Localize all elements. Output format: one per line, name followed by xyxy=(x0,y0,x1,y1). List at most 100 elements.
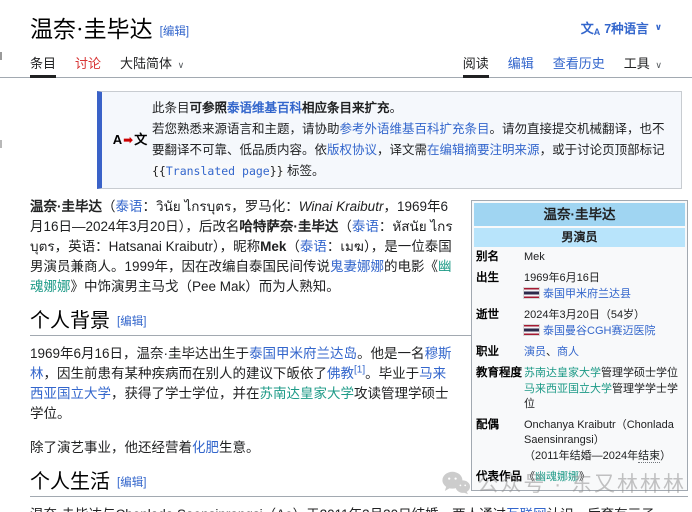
infobox-label: 逝世 xyxy=(476,308,524,340)
text-segment: 的电影《 xyxy=(384,259,438,274)
text-segment: 可参照 xyxy=(190,101,228,115)
infobox-label: 出生 xyxy=(476,271,524,303)
text-segment: （ xyxy=(338,219,352,234)
text-segment: 2024年3月20日（54岁） xyxy=(524,309,645,321)
article-content: A➡文 此条目可参照泰语维基百科相应条目来扩充。 若您熟悉来源语言和主题，请协助… xyxy=(0,91,692,512)
infobox-row: 别名 Mek xyxy=(474,247,685,268)
infobox-label: 教育程度 xyxy=(476,366,524,413)
wiki-link[interactable]: 泰语 xyxy=(116,199,143,214)
infobox-row: 教育程度 苏南达皇家大学管理学硕士学位 马来西亚国立大学管理学学士学位 xyxy=(474,363,685,415)
wiki-link[interactable]: 商人 xyxy=(557,346,579,358)
notice-text: 此条目可参照泰语维基百科相应条目来扩充。 若您熟悉来源语言和主题，请协助参考外语… xyxy=(152,98,671,182)
wiki-link[interactable]: 泰国甲米府兰达县 xyxy=(543,288,631,300)
wiki-link[interactable]: 鬼妻娜娜 xyxy=(330,259,384,274)
language-count-label: 7种语言 xyxy=(604,18,648,37)
tab-edit[interactable]: 编辑 xyxy=(508,48,534,78)
tab-history[interactable]: 查看历史 xyxy=(553,48,605,78)
text-segment: ，译文需 xyxy=(377,143,427,157)
reference-link[interactable]: [1] xyxy=(354,365,365,376)
chevron-down-icon: ∨ xyxy=(655,22,662,33)
text-segment: Winai Kraibutr xyxy=(299,199,384,214)
wiki-link[interactable]: 苏南达皇家大学 xyxy=(260,386,355,401)
wiki-link[interactable]: 版权协议 xyxy=(327,143,377,157)
text-segment: 除了演艺事业，他还经营着 xyxy=(30,440,192,455)
wiki-link[interactable]: 泰语 xyxy=(300,239,327,254)
article-header: 温奈·圭毕达 [编辑] 文A 7种语言 ∨ xyxy=(0,0,692,44)
text-segment: 1969年6月16日，温奈·圭毕达出生于 xyxy=(30,346,249,361)
infobox-label: 别名 xyxy=(476,250,524,266)
wiki-link[interactable]: 泰语 xyxy=(352,219,379,234)
wiki-link[interactable]: 在编辑摘要注明来源 xyxy=(427,143,540,157)
tab-talk[interactable]: 讨论 xyxy=(75,48,101,78)
infobox-subtitle: 男演员 xyxy=(474,228,685,247)
wiki-link[interactable]: 马来西亚国立大学 xyxy=(524,383,612,395)
text-segment: 》中饰演男主马戈（Pee Mak）而为人熟知。 xyxy=(71,279,340,294)
text-segment: 若您熟悉来源语言和主题，请协助 xyxy=(152,122,340,136)
text-segment: 哈特萨奈·圭毕达 xyxy=(239,219,338,234)
title-edit-link[interactable]: [编辑] xyxy=(160,26,189,38)
wiki-link[interactable]: 互联网 xyxy=(506,507,547,512)
text-segment: }} xyxy=(270,164,284,178)
infobox-label: 配偶 xyxy=(476,418,524,465)
screenshot-edge-artifact xyxy=(0,52,2,60)
notice-line-1: 此条目可参照泰语维基百科相应条目来扩充。 xyxy=(152,98,671,119)
text-segment: 。他是一名 xyxy=(357,346,425,361)
text-segment: 结束 xyxy=(638,450,660,463)
wiki-link[interactable]: Translated page xyxy=(166,164,270,178)
section-title: 个人背景 xyxy=(30,310,110,332)
text-segment: ，或于讨论页顶部标记 xyxy=(540,143,665,157)
thailand-flag-icon xyxy=(524,288,539,298)
article-body: 温奈·圭毕达 男演员 别名 Mek 出生 1969年6月16日 泰国甲米府兰达县… xyxy=(30,197,688,512)
text-segment: 《 xyxy=(524,471,535,483)
infobox-row: 出生 1969年6月16日 泰国甲米府兰达县 xyxy=(474,268,685,305)
tab-read[interactable]: 阅读 xyxy=(463,48,489,78)
wiki-link[interactable]: 幽魂娜娜 xyxy=(535,471,579,483)
wikipedia-article-page: 温奈·圭毕达 [编辑] 文A 7种语言 ∨ 条目 讨论 大陆简体 ∨ 阅读 编辑 … xyxy=(0,0,692,512)
page-title: 温奈·圭毕达 [编辑] xyxy=(30,10,189,44)
wiki-link[interactable]: 泰国甲米府兰达岛 xyxy=(249,346,357,361)
paragraph: 温奈·圭毕达与Chonlada Saensinrangsi（Ae）于2011年3… xyxy=(30,505,688,512)
variant-selector[interactable]: 大陆简体 ∨ xyxy=(120,48,184,78)
section-title: 个人生活 xyxy=(30,471,110,493)
tools-menu[interactable]: 工具 ∨ xyxy=(624,48,662,78)
wiki-link[interactable]: 参考外语维基百科扩充条目 xyxy=(340,122,490,136)
wiki-link[interactable]: 佛教 xyxy=(327,366,354,381)
page-title-text: 温奈·圭毕达 xyxy=(30,17,153,42)
text-segment: 》 xyxy=(579,471,590,483)
wiki-link[interactable]: 化肥 xyxy=(192,440,219,455)
infobox-row: 配偶 Onchanya Kraibutr（Chonlada Saensinran… xyxy=(474,415,685,467)
infobox-value-line: 2024年3月20日（54岁） xyxy=(524,308,683,323)
text-segment: 此条目 xyxy=(152,101,190,115)
text-segment: ） xyxy=(660,450,671,462)
infobox: 温奈·圭毕达 男演员 别名 Mek 出生 1969年6月16日 泰国甲米府兰达县… xyxy=(471,200,688,491)
text-segment: Onchanya Kraibutr（Chonlada Saensinrangsi… xyxy=(524,419,674,446)
language-icon: 文A xyxy=(581,18,601,37)
infobox-value-line: Onchanya Kraibutr（Chonlada Saensinrangsi… xyxy=(524,418,683,448)
text-segment: 温奈·圭毕达 xyxy=(30,199,102,214)
left-tabs: 条目 讨论 大陆简体 ∨ xyxy=(30,48,184,77)
infobox-value-line: （2011年结婚—2024年结束） xyxy=(524,449,683,464)
thailand-flag-icon xyxy=(524,325,539,335)
tab-article[interactable]: 条目 xyxy=(30,48,56,78)
language-selector-button[interactable]: 文A 7种语言 ∨ xyxy=(581,18,662,37)
infobox-value-line: 泰国甲米府兰达县 xyxy=(524,287,683,302)
wiki-link[interactable]: 泰国曼谷CGH赛迈医院 xyxy=(543,325,655,337)
wiki-link[interactable]: 演员 xyxy=(524,346,546,358)
infobox-value-line: 苏南达皇家大学管理学硕士学位 xyxy=(524,366,683,381)
infobox-value-line: 演员、商人 xyxy=(524,345,683,360)
chevron-down-icon: ∨ xyxy=(178,60,185,70)
text-segment: （ xyxy=(102,199,116,214)
text-segment: 相应条目来扩充 xyxy=(302,101,390,115)
article-tab-bar: 条目 讨论 大陆简体 ∨ 阅读 编辑 查看历史 工具 ∨ xyxy=(0,48,692,78)
right-tabs: 阅读 编辑 查看历史 工具 ∨ xyxy=(463,48,662,77)
infobox-value-line: 1969年6月16日 xyxy=(524,271,683,286)
text-segment: 。 xyxy=(390,101,403,115)
wiki-link[interactable]: 泰语维基百科 xyxy=(227,101,302,115)
wiki-link[interactable]: 苏南达皇家大学 xyxy=(524,367,601,379)
edit-link[interactable]: [编辑] xyxy=(117,477,146,489)
infobox-value-line: 马来西亚国立大学管理学学士学位 xyxy=(524,382,683,412)
arrow-right-icon: ➡ xyxy=(122,133,134,147)
text-segment: （2011年结婚—2024年 xyxy=(524,450,638,462)
text-segment: {{ xyxy=(152,164,166,178)
edit-link[interactable]: [编辑] xyxy=(117,316,146,328)
